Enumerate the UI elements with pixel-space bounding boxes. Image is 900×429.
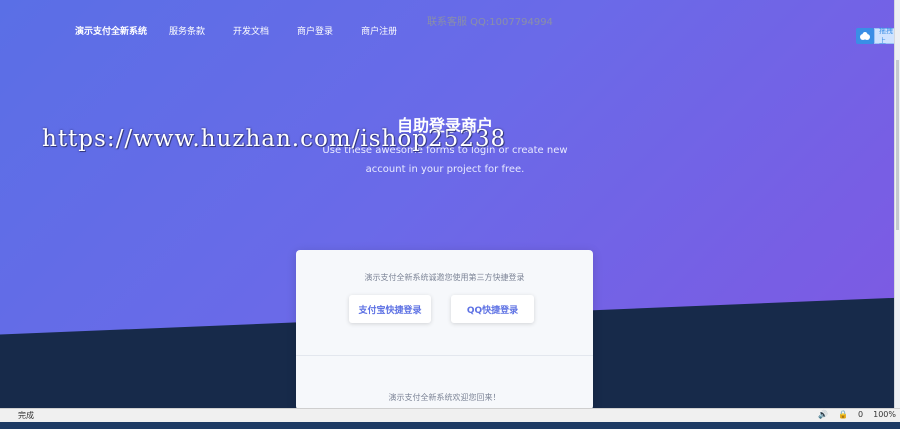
nav-item-terms[interactable]: 服务条款 bbox=[169, 24, 205, 37]
nav-item-register[interactable]: 商户注册 bbox=[361, 24, 397, 37]
scrollbar-thumb[interactable] bbox=[896, 60, 899, 230]
page-scrollbar[interactable] bbox=[894, 0, 900, 408]
browser-statusbar: 完成 🔊 🔒 0 100% bbox=[0, 408, 900, 422]
top-nav: 演示支付全新系统 服务条款 开发文档 商户登录 商户注册 bbox=[75, 24, 425, 37]
status-text: 完成 bbox=[18, 411, 34, 420]
nav-item-docs[interactable]: 开发文档 bbox=[233, 24, 269, 37]
qq-login-button[interactable]: QQ快捷登录 bbox=[451, 295, 534, 323]
speaker-icon[interactable]: 🔊 bbox=[818, 410, 828, 419]
cloud-icon bbox=[856, 28, 874, 44]
card-hint: 演示支付全新系统诚邀您使用第三方快捷登录 bbox=[364, 273, 525, 282]
watermark-url: https://www.huzhan.com/ishop25238 bbox=[42, 126, 507, 152]
subtitle-line-2: account in your project for free. bbox=[365, 164, 525, 175]
login-card: 演示支付全新系统诚邀您使用第三方快捷登录 支付宝快捷登录 QQ快捷登录 演示支付… bbox=[296, 250, 593, 408]
alipay-login-button[interactable]: 支付宝快捷登录 bbox=[349, 295, 431, 323]
card-quick-login-section: 演示支付全新系统诚邀您使用第三方快捷登录 支付宝快捷登录 QQ快捷登录 bbox=[296, 250, 593, 356]
service-contact: 联系客服 QQ:1007794994 bbox=[427, 17, 553, 28]
os-taskbar bbox=[0, 422, 900, 429]
hero-section: 演示支付全新系统 服务条款 开发文档 商户登录 商户注册 联系客服 QQ:100… bbox=[0, 0, 895, 408]
status-count[interactable]: 0 bbox=[858, 410, 863, 419]
nav-brand[interactable]: 演示支付全新系统 bbox=[75, 24, 147, 37]
zoom-level[interactable]: 100% bbox=[873, 410, 896, 419]
card-welcome-text: 演示支付全新系统欢迎您回来！ bbox=[388, 393, 501, 402]
lock-icon[interactable]: 🔒 bbox=[838, 410, 848, 419]
nav-item-login[interactable]: 商户登录 bbox=[297, 24, 333, 37]
statusbar-right: 🔊 🔒 0 100% bbox=[818, 410, 896, 419]
